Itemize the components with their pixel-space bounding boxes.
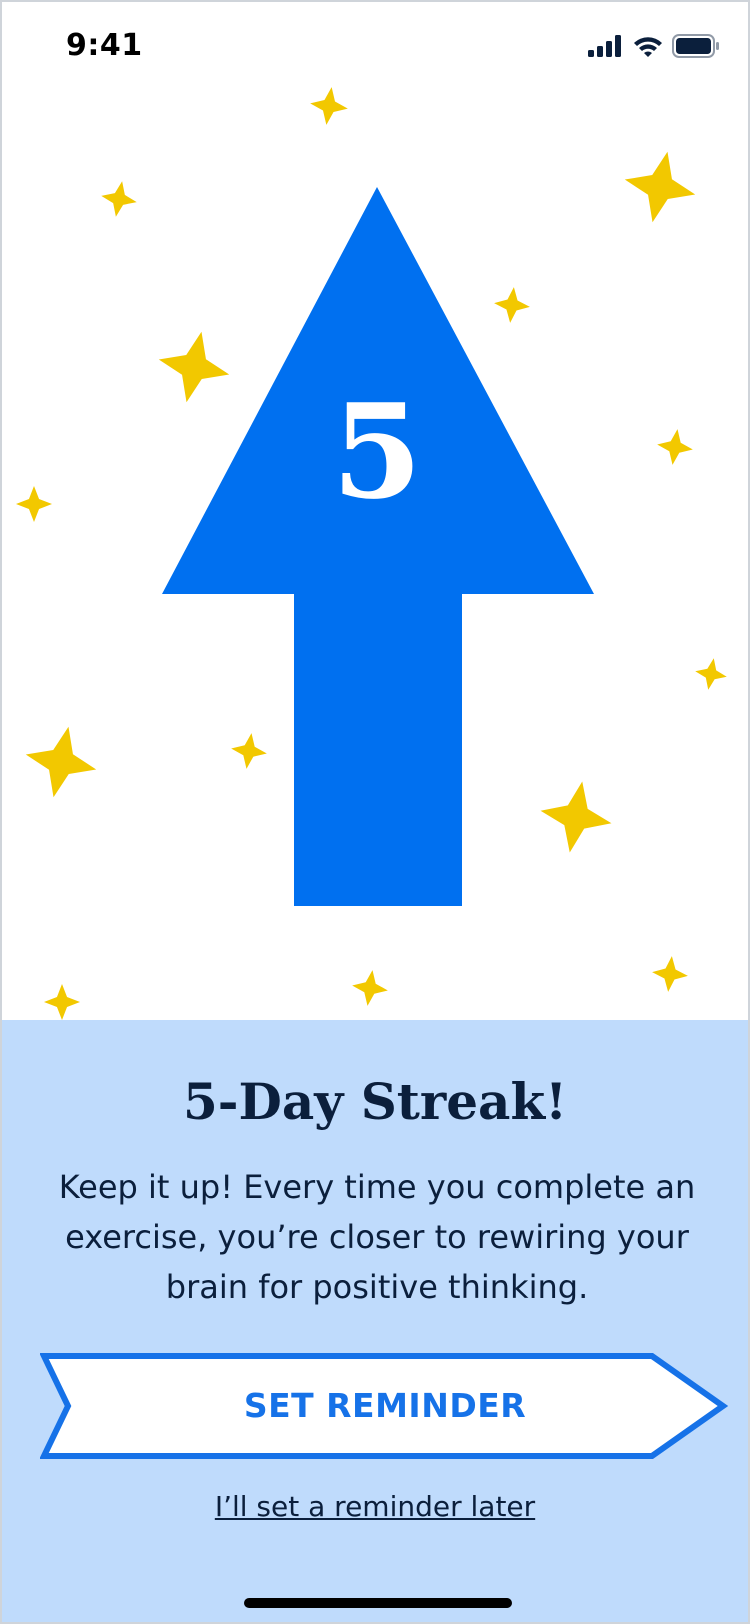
set-reminder-button[interactable]: SET REMINDER [40,1352,730,1460]
wifi-icon [632,34,664,62]
set-reminder-label: SET REMINDER [243,1386,527,1425]
status-icons [588,34,720,62]
star-icon [654,426,696,468]
star-icon [534,775,618,859]
arrow-up-icon [162,187,594,906]
star-icon [228,730,270,772]
status-bar: 9:41 [2,2,748,94]
star-icon [617,144,703,230]
star-icon [492,285,532,325]
signal-icon [588,35,624,61]
star-icon [44,984,80,1020]
status-time: 9:41 [66,28,143,63]
streak-title: 5-Day Streak! [182,1072,568,1131]
star-icon [692,655,730,693]
star-icon [650,954,690,994]
star-icon [98,178,140,220]
star-icon [349,967,391,1009]
streak-panel: 5-Day Streak! Keep it up! Every time you… [2,1020,748,1622]
remind-later-link[interactable]: I’ll set a reminder later [2,1490,748,1523]
streak-message: Keep it up! Every time you complete an e… [58,1168,696,1306]
star-icon [18,719,104,805]
streak-illustration: 5 [2,2,748,1020]
streak-screen: 5 9:41 5-Day Streak! Keep it up! Every t… [0,0,750,1624]
home-indicator[interactable] [244,1598,512,1608]
star-icon [16,486,52,522]
battery-icon [672,34,720,62]
star-icon [151,324,237,410]
streak-count: 5 [331,375,423,528]
